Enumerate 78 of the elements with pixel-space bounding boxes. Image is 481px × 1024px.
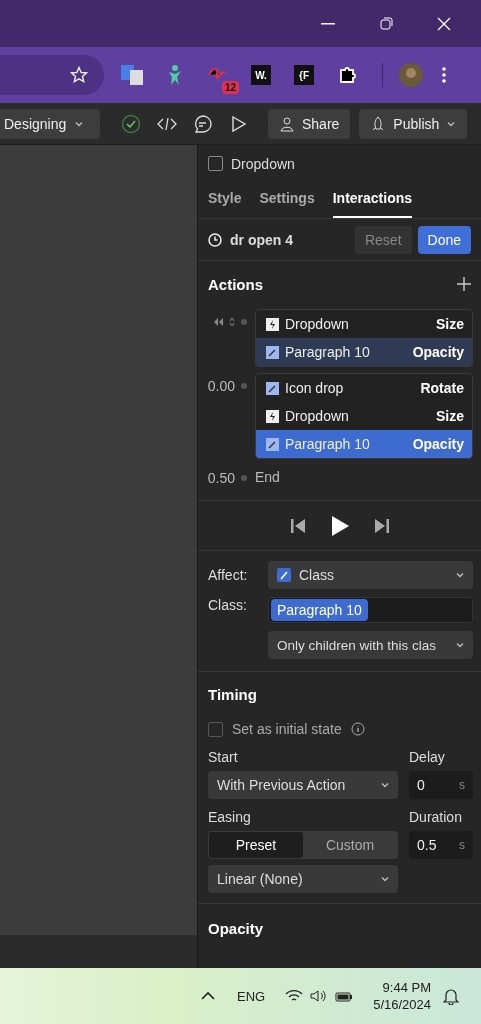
info-icon[interactable]	[350, 722, 365, 736]
notification-bell-icon[interactable]	[443, 987, 459, 1005]
menu-icon[interactable]	[441, 66, 447, 84]
brush-icon	[266, 437, 279, 451]
clock-icon	[208, 232, 222, 247]
play-icon[interactable]	[330, 515, 349, 536]
section-title: Actions	[208, 275, 264, 293]
chevron-up-icon[interactable]	[201, 991, 215, 1001]
extension-logo[interactable]: {F	[294, 65, 314, 85]
timeline-dot	[241, 475, 247, 481]
brush-icon	[277, 568, 291, 582]
field-label: Delay	[409, 749, 446, 765]
chevron-down-icon	[380, 874, 390, 884]
star-icon[interactable]	[70, 66, 88, 84]
field-label: Duration	[409, 809, 463, 825]
volume-icon[interactable]	[309, 989, 328, 1003]
class-field[interactable]: Paragraph 10	[268, 597, 473, 623]
action-item[interactable]: Paragraph 10 Opacity	[256, 430, 472, 458]
scope-dropdown[interactable]: Only children with this clas	[268, 631, 473, 659]
duration-field[interactable]: 0.5 s	[409, 831, 473, 859]
action-item[interactable]: Icon drop Rotate	[256, 374, 472, 402]
easing-dropdown[interactable]: Linear (None)	[208, 865, 398, 893]
section-title: Timing	[208, 686, 258, 703]
action-item[interactable]: Dropdown Size	[256, 402, 472, 430]
checkbox[interactable]	[208, 721, 223, 737]
brush-icon	[266, 381, 279, 395]
rewind-icon[interactable]	[214, 318, 223, 326]
timeline-dot	[241, 319, 247, 325]
clock-time[interactable]: 9:44 PM	[382, 980, 431, 995]
chevron-down-icon	[455, 570, 465, 580]
skip-forward-icon[interactable]	[374, 518, 389, 533]
person-icon	[279, 115, 295, 132]
reset-button[interactable]: Reset	[354, 225, 412, 254]
publish-button[interactable]: Publish	[359, 108, 468, 139]
battery-icon[interactable]	[335, 989, 354, 1003]
extension-logo[interactable]: W.	[251, 65, 271, 85]
time-label: 0.00	[207, 378, 235, 394]
segment-option[interactable]: Custom	[303, 832, 397, 858]
minimize-icon[interactable]	[321, 22, 335, 25]
element-icon	[208, 156, 223, 171]
section-title: Opacity	[208, 920, 264, 937]
panel-tab[interactable]: Interactions	[332, 182, 413, 218]
add-icon[interactable]	[457, 277, 471, 291]
restore-icon[interactable]	[379, 17, 393, 30]
timeline-dot	[241, 383, 247, 389]
mode-dropdown[interactable]: Designing	[0, 108, 100, 139]
segment-option[interactable]: Preset	[209, 832, 303, 858]
field-label: Affect:	[208, 567, 248, 583]
close-icon[interactable]	[437, 16, 451, 31]
wifi-icon[interactable]	[285, 989, 304, 1003]
checkbox-label: Set as initial state	[232, 721, 342, 737]
field-label: Start	[208, 749, 239, 765]
field-label: Class:	[208, 597, 247, 613]
share-button[interactable]: Share	[268, 108, 351, 139]
element-name: Dropdown	[231, 155, 295, 172]
skip-back-icon[interactable]	[290, 518, 305, 533]
panel-tab[interactable]: Settings	[259, 182, 315, 218]
end-label: End	[255, 468, 280, 487]
lightning-icon	[266, 317, 279, 331]
class-tag[interactable]: Paragraph 10	[271, 599, 368, 621]
done-button[interactable]: Done	[417, 225, 471, 254]
clock-date[interactable]: 5/16/2024	[373, 997, 431, 1012]
action-item[interactable]: Paragraph 10 Opacity	[256, 338, 472, 366]
delay-field[interactable]: 0 s	[409, 771, 473, 799]
chevron-down-icon	[455, 640, 465, 650]
time-label: 0.50	[207, 470, 235, 486]
brush-icon	[266, 345, 279, 359]
sort-icon[interactable]	[229, 317, 235, 327]
field-label: Easing	[208, 809, 252, 825]
affect-dropdown[interactable]: Class	[268, 561, 473, 589]
chevron-down-icon	[380, 780, 390, 790]
trigger-name: dr open 4	[230, 231, 294, 248]
language-indicator[interactable]: ENG	[237, 988, 266, 1004]
start-dropdown[interactable]: With Previous Action	[208, 771, 398, 799]
action-item[interactable]: Dropdown Size	[256, 310, 472, 338]
lightning-icon	[266, 409, 279, 423]
notification-badge: 12	[221, 81, 239, 94]
panel-tab[interactable]: Style	[208, 182, 242, 218]
